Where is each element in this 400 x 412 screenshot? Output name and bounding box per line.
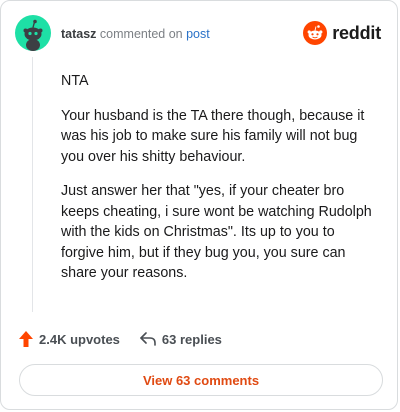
snoo-avatar-icon: [23, 19, 43, 51]
upvote-button[interactable]: 2.4K upvotes: [19, 331, 120, 347]
reddit-wordmark: reddit: [332, 22, 381, 43]
post-link[interactable]: post: [186, 27, 210, 41]
upvote-arrow-icon: [19, 331, 33, 347]
reply-count: 63 replies: [161, 331, 222, 347]
reply-arrow-icon: [140, 332, 156, 346]
reddit-logo[interactable]: reddit: [303, 21, 381, 45]
username-link[interactable]: tatasz: [61, 27, 96, 41]
comment-card: tatasz commented on post reddit NTA Your…: [0, 0, 398, 410]
commented-label: commented on: [99, 27, 183, 41]
comment-paragraph: NTA: [61, 73, 89, 89]
reddit-snoo-icon: [303, 21, 328, 45]
comment-paragraph: Your husband is the TA there though, bec…: [61, 107, 365, 165]
view-comments-button[interactable]: View 63 comments: [19, 364, 383, 396]
comment-meta: tatasz commented on post: [61, 26, 210, 42]
comment-actions: 2.4K upvotes 63 replies: [19, 331, 222, 347]
upvote-count: 2.4K upvotes: [39, 331, 120, 347]
comment-paragraph: Just answer her that "yes, if your cheat…: [61, 183, 372, 281]
avatar[interactable]: [15, 15, 51, 51]
comment-body: NTA Your husband is the TA there though,…: [61, 71, 373, 298]
reply-button[interactable]: 63 replies: [140, 332, 222, 347]
thread-line[interactable]: [32, 57, 33, 312]
